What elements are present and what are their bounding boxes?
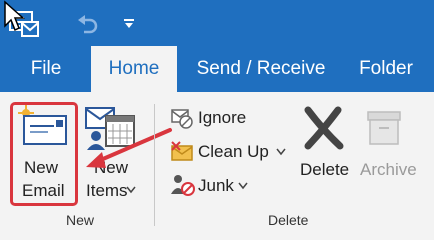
new-email-label-line1: New — [24, 158, 59, 177]
ignore-button[interactable]: Ignore — [198, 108, 246, 128]
tab-send-receive[interactable]: Send / Receive — [186, 46, 336, 92]
clean-up-chevron-icon[interactable] — [276, 148, 286, 156]
mouse-cursor-icon — [4, 0, 25, 32]
chevron-down-icon — [126, 186, 136, 194]
arrow-annotation — [86, 128, 172, 168]
junk-button[interactable]: Junk — [198, 176, 234, 196]
ribbon-tabs: File Home Send / Receive Folder — [0, 46, 434, 92]
junk-chevron-icon[interactable] — [238, 182, 248, 190]
new-email-label-line2: Email — [22, 181, 65, 200]
group-label-delete: Delete — [268, 212, 309, 228]
tab-file[interactable]: File — [18, 46, 74, 92]
new-items-label-line2: Items — [86, 181, 128, 200]
delete-icon — [304, 106, 344, 150]
clean-up-button[interactable]: Clean Up — [198, 142, 269, 162]
new-email-icon — [18, 105, 67, 145]
archive-button[interactable]: Archive — [360, 160, 417, 180]
archive-icon — [367, 111, 401, 145]
clean-up-icon — [171, 141, 193, 161]
delete-button[interactable]: Delete — [300, 160, 349, 180]
ignore-icon — [171, 109, 193, 129]
qat-dropdown-icon[interactable] — [122, 18, 136, 30]
tab-home[interactable]: Home — [91, 46, 177, 92]
title-bar — [0, 0, 434, 46]
tab-folder[interactable]: Folder — [346, 46, 426, 92]
junk-icon — [171, 175, 195, 196]
undo-icon[interactable] — [76, 12, 100, 34]
group-divider — [154, 104, 155, 226]
group-label-new: New — [66, 212, 95, 228]
